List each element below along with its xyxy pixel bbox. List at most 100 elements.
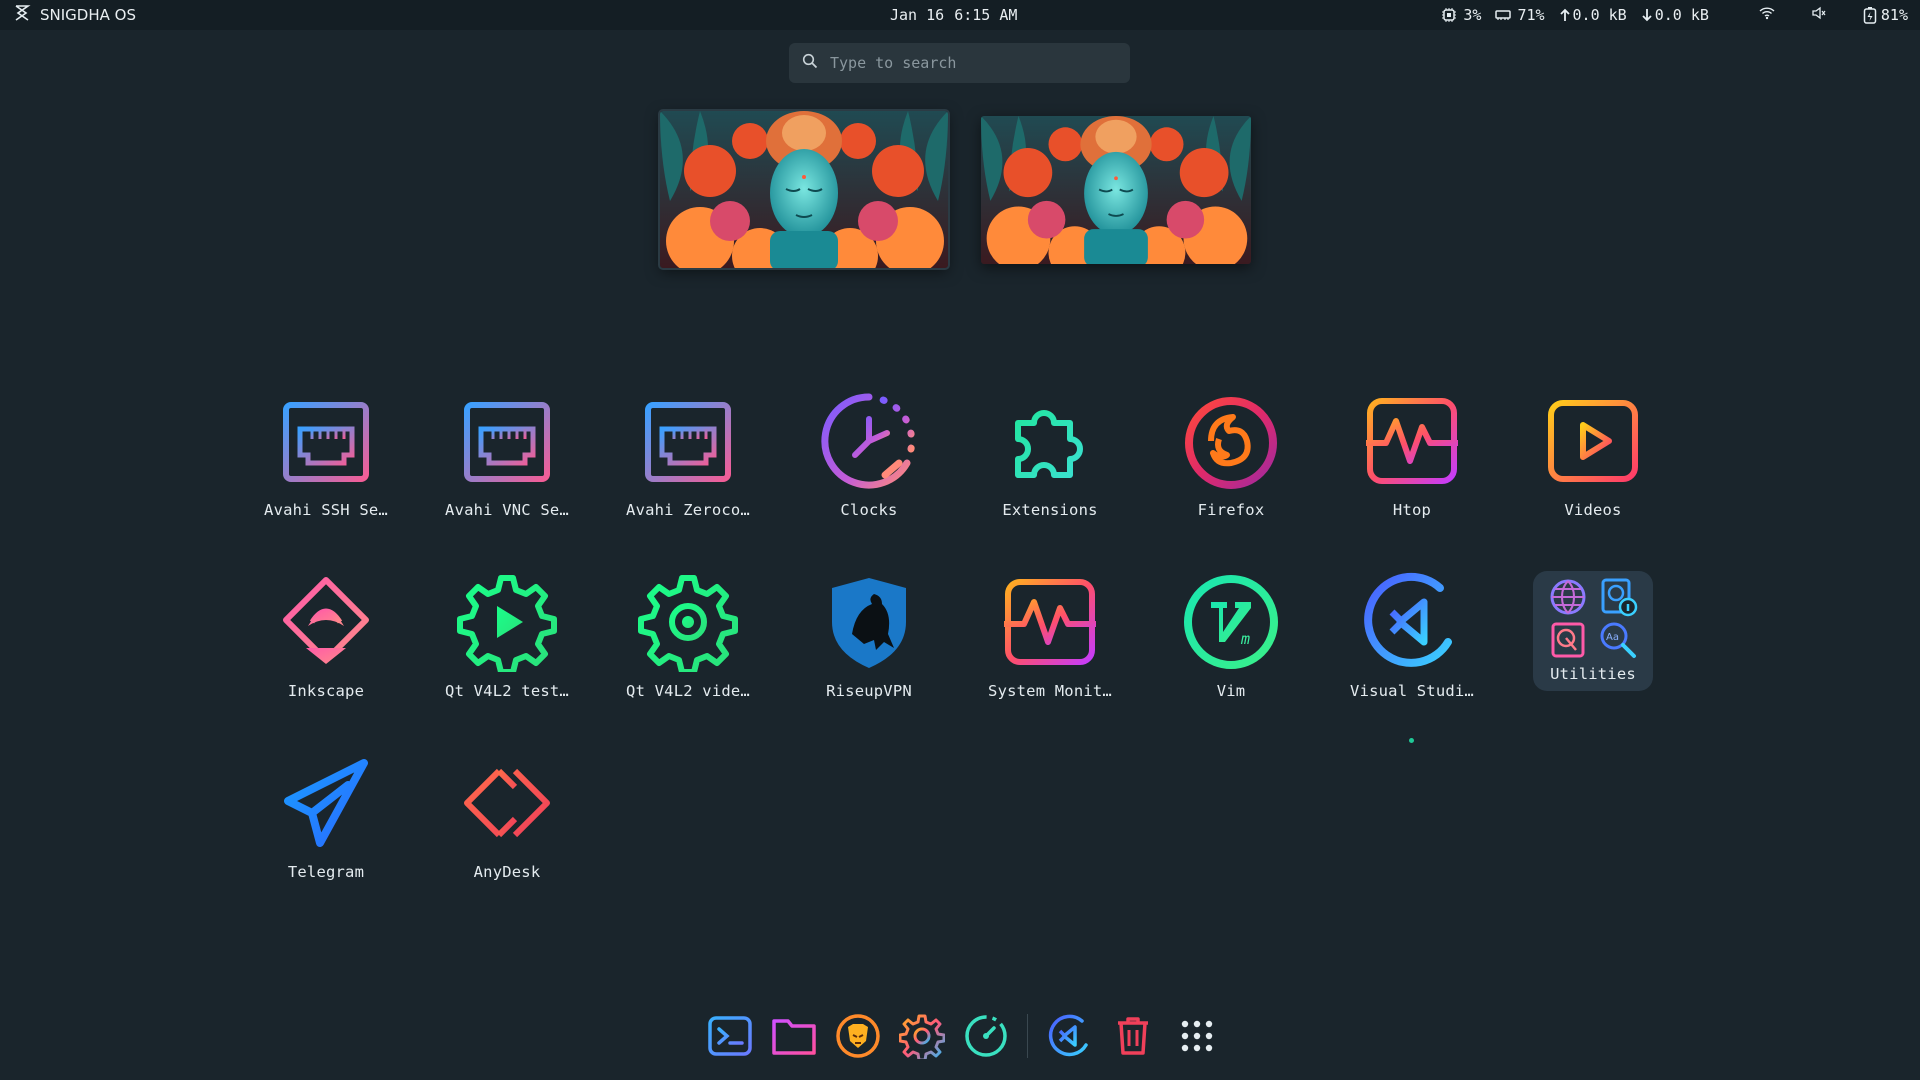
app-label: Avahi VNC Se… xyxy=(445,501,569,519)
activity-monitor-icon xyxy=(1361,390,1463,492)
app-label: Qt V4L2 vide… xyxy=(626,682,750,700)
app-avahi-vnc[interactable]: Avahi VNC Se… xyxy=(417,381,597,556)
app-label: Firefox xyxy=(1197,501,1265,519)
app-label: Videos xyxy=(1564,501,1622,519)
system-monitor-icon[interactable] xyxy=(963,1013,1009,1059)
workspace-thumbnail-2[interactable] xyxy=(981,116,1251,264)
puzzle-piece-icon xyxy=(999,390,1101,492)
app-avahi-ssh[interactable]: Avahi SSH Se… xyxy=(236,381,416,556)
telegram-icon xyxy=(275,752,377,854)
app-inkscape[interactable]: Inkscape xyxy=(236,562,416,737)
app-label: Htop xyxy=(1392,501,1432,519)
date-label: Jan 16 xyxy=(890,6,945,24)
globe-icon xyxy=(1550,579,1586,614)
files-icon[interactable] xyxy=(771,1013,817,1059)
brave-icon[interactable] xyxy=(835,1013,881,1059)
app-htop[interactable]: Htop xyxy=(1322,381,1502,556)
app-label: Visual Studi… xyxy=(1350,682,1474,700)
raven-shield-icon xyxy=(818,571,920,673)
vscode-icon xyxy=(1361,571,1463,673)
gear-icon xyxy=(637,571,739,673)
wallpaper-buddha-icon xyxy=(660,111,948,268)
disk-usage-icon xyxy=(1551,622,1585,657)
upload-indicator[interactable]: 0.0 kB xyxy=(1559,6,1627,24)
app-telegram[interactable]: Telegram xyxy=(236,743,416,918)
app-vim[interactable]: m Vim xyxy=(1141,562,1321,737)
trash-icon[interactable] xyxy=(1110,1013,1156,1059)
battery-indicator[interactable]: 81% xyxy=(1863,6,1908,24)
app-videos[interactable]: Videos xyxy=(1503,381,1683,556)
clock-icon xyxy=(818,390,920,492)
app-label: RiseupVPN xyxy=(826,682,912,700)
activity-monitor-icon xyxy=(999,571,1101,673)
cpu-icon xyxy=(1441,7,1457,23)
search-input[interactable] xyxy=(828,53,1112,73)
inkscape-icon xyxy=(275,571,377,673)
app-visual-studio-code[interactable]: Visual Studi… xyxy=(1322,562,1502,743)
upload-arrow-icon xyxy=(1559,8,1571,22)
app-label: System Monit… xyxy=(988,682,1112,700)
volume-icon[interactable] xyxy=(1811,6,1827,24)
download-arrow-icon xyxy=(1641,8,1653,22)
battery-value: 81% xyxy=(1880,6,1908,24)
vscode-icon[interactable] xyxy=(1046,1013,1092,1059)
app-label: Telegram xyxy=(287,863,365,881)
gear-play-icon xyxy=(456,571,558,673)
app-folder-utilities[interactable]: Aa Utilities xyxy=(1533,571,1653,691)
ethernet-port-icon xyxy=(275,390,377,492)
vim-icon: m xyxy=(1180,571,1282,673)
os-name[interactable]: SNIGDHA OS xyxy=(40,6,136,24)
ethernet-port-icon xyxy=(456,390,558,492)
app-qt-v4l2-video[interactable]: Qt V4L2 vide… xyxy=(598,562,778,737)
wallpaper-buddha-icon xyxy=(981,116,1251,264)
app-qt-v4l2-test[interactable]: Qt V4L2 test… xyxy=(417,562,597,737)
disk-info-icon xyxy=(1601,578,1638,616)
cpu-indicator[interactable]: 3% xyxy=(1441,6,1481,24)
download-value: 0.0 kB xyxy=(1654,6,1709,24)
download-indicator[interactable]: 0.0 kB xyxy=(1641,6,1709,24)
workspace-thumbnail-1[interactable] xyxy=(658,109,950,270)
ethernet-port-icon xyxy=(637,390,739,492)
app-label: Clocks xyxy=(840,501,898,519)
time-label: 6:15 AM xyxy=(954,6,1018,24)
ram-indicator[interactable]: 71% xyxy=(1495,6,1545,24)
dock-separator xyxy=(1027,1014,1028,1058)
video-play-icon xyxy=(1542,390,1644,492)
search-icon xyxy=(802,53,818,73)
snigdha-logo-icon[interactable] xyxy=(12,3,32,27)
terminal-icon[interactable] xyxy=(707,1013,753,1059)
app-label: AnyDesk xyxy=(473,863,541,881)
battery-icon xyxy=(1863,6,1877,24)
svg-text:m: m xyxy=(1240,630,1250,648)
app-system-monitor[interactable]: System Monit… xyxy=(960,562,1140,737)
ram-value: 71% xyxy=(1517,6,1545,24)
font-search-icon: Aa xyxy=(1600,622,1636,658)
utilities-folder-icon: Aa xyxy=(1543,575,1643,661)
app-label: Qt V4L2 test… xyxy=(445,682,569,700)
upload-value: 0.0 kB xyxy=(1572,6,1627,24)
app-avahi-zeroconf[interactable]: Avahi Zeroco… xyxy=(598,381,778,556)
firefox-icon xyxy=(1180,390,1282,492)
clock[interactable]: Jan 16 6:15 AM xyxy=(890,0,1017,30)
app-clocks[interactable]: Clocks xyxy=(779,381,959,556)
svg-text:Aa: Aa xyxy=(1606,632,1619,643)
running-indicator xyxy=(1409,738,1414,743)
app-label: Utilities xyxy=(1550,665,1636,683)
app-label: Inkscape xyxy=(287,682,365,700)
app-label: Avahi Zeroco… xyxy=(626,501,750,519)
settings-icon[interactable] xyxy=(899,1013,945,1059)
app-riseupvpn[interactable]: RiseupVPN xyxy=(779,562,959,737)
ram-icon xyxy=(1495,9,1512,21)
search-box[interactable] xyxy=(789,43,1130,83)
app-label: Extensions xyxy=(1002,501,1098,519)
app-firefox[interactable]: Firefox xyxy=(1141,381,1321,556)
app-label: Avahi SSH Se… xyxy=(264,501,388,519)
anydesk-icon xyxy=(456,752,558,854)
wifi-icon[interactable] xyxy=(1759,6,1775,24)
app-grid-icon[interactable] xyxy=(1174,1013,1220,1059)
app-extensions[interactable]: Extensions xyxy=(960,381,1140,556)
app-label: Vim xyxy=(1216,682,1246,700)
dock xyxy=(700,1008,1220,1064)
app-anydesk[interactable]: AnyDesk xyxy=(417,743,597,918)
cpu-value: 3% xyxy=(1463,6,1482,24)
